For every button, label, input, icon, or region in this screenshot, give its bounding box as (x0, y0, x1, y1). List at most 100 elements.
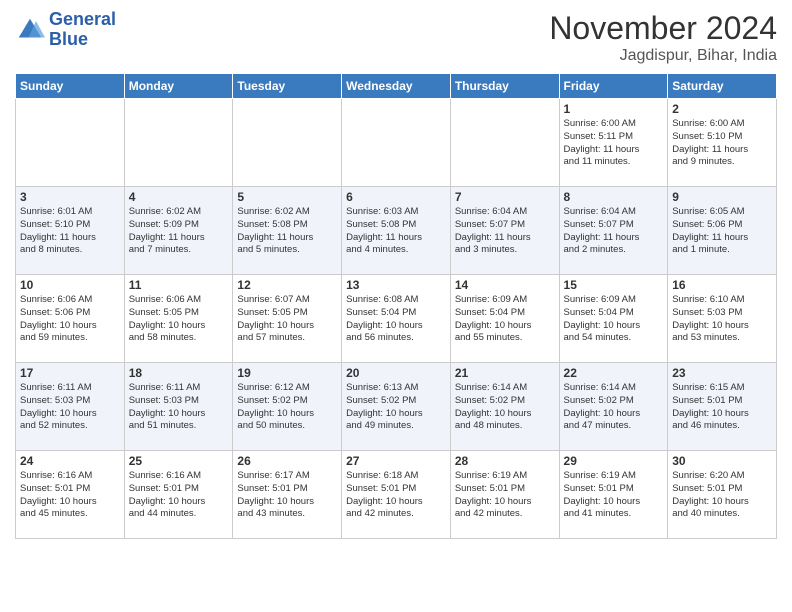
day-info: Sunrise: 6:06 AM Sunset: 5:05 PM Dayligh… (129, 294, 229, 345)
day-number: 30 (672, 454, 772, 468)
day-number: 18 (129, 366, 229, 380)
day-number: 28 (455, 454, 555, 468)
calendar-cell: 5Sunrise: 6:02 AM Sunset: 5:08 PM Daylig… (233, 187, 342, 275)
day-number: 23 (672, 366, 772, 380)
day-number: 3 (20, 190, 120, 204)
calendar-cell: 23 Sunrise: 6:15 AM Sunset: 5:01 PM Dayli… (668, 363, 777, 451)
day-info: Sunrise: 6:02 AM Sunset: 5:08 PM Dayligh… (237, 206, 337, 257)
calendar: SundayMondayTuesdayWednesdayThursdayFrid… (15, 73, 777, 539)
calendar-cell: 27 Sunrise: 6:18 AM Sunset: 5:01 PM Dayli… (342, 451, 451, 539)
day-number: 1 (564, 102, 664, 116)
logo-line2: Blue (49, 30, 116, 50)
location: Jagdispur, Bihar, India (549, 47, 777, 65)
day-number: 21 (455, 366, 555, 380)
day-info: Sunrise: 6:18 AM Sunset: 5:01 PM Dayligh… (346, 470, 446, 521)
calendar-cell: 25 Sunrise: 6:16 AM Sunset: 5:01 PM Dayli… (124, 451, 233, 539)
day-number: 7 (455, 190, 555, 204)
day-info: Sunrise: 6:04 AM Sunset: 5:07 PM Dayligh… (455, 206, 555, 257)
day-info: Sunrise: 6:00 AM Sunset: 5:11 PM Dayligh… (564, 118, 664, 169)
calendar-cell: 22 Sunrise: 6:14 AM Sunset: 5:02 PM Dayli… (559, 363, 668, 451)
day-number: 26 (237, 454, 337, 468)
day-info: Sunrise: 6:16 AM Sunset: 5:01 PM Dayligh… (129, 470, 229, 521)
calendar-cell: 9 Sunrise: 6:05 AM Sunset: 5:06 PM Daylig… (668, 187, 777, 275)
calendar-cell: 7 Sunrise: 6:04 AM Sunset: 5:07 PM Daylig… (450, 187, 559, 275)
day-info: Sunrise: 6:11 AM Sunset: 5:03 PM Dayligh… (20, 382, 120, 433)
calendar-cell (16, 99, 125, 187)
title-block: November 2024 Jagdispur, Bihar, India (549, 10, 777, 65)
day-number: 29 (564, 454, 664, 468)
day-info: Sunrise: 6:20 AM Sunset: 5:01 PM Dayligh… (672, 470, 772, 521)
calendar-body: 1 Sunrise: 6:00 AM Sunset: 5:11 PM Daylig… (16, 99, 777, 539)
day-info: Sunrise: 6:17 AM Sunset: 5:01 PM Dayligh… (237, 470, 337, 521)
calendar-cell (233, 99, 342, 187)
day-info: Sunrise: 6:09 AM Sunset: 5:04 PM Dayligh… (455, 294, 555, 345)
weekday-header: Wednesday (342, 74, 451, 99)
calendar-cell: 16 Sunrise: 6:10 AM Sunset: 5:03 PM Dayli… (668, 275, 777, 363)
calendar-week: 10 Sunrise: 6:06 AM Sunset: 5:06 PM Dayli… (16, 275, 777, 363)
day-number: 22 (564, 366, 664, 380)
day-info: Sunrise: 6:12 AM Sunset: 5:02 PM Dayligh… (237, 382, 337, 433)
calendar-cell: 15Sunrise: 6:09 AM Sunset: 5:04 PM Dayli… (559, 275, 668, 363)
calendar-week: 1 Sunrise: 6:00 AM Sunset: 5:11 PM Daylig… (16, 99, 777, 187)
month-title: November 2024 (549, 10, 777, 47)
calendar-cell: 2Sunrise: 6:00 AM Sunset: 5:10 PM Daylig… (668, 99, 777, 187)
day-info: Sunrise: 6:06 AM Sunset: 5:06 PM Dayligh… (20, 294, 120, 345)
calendar-cell: 30 Sunrise: 6:20 AM Sunset: 5:01 PM Dayli… (668, 451, 777, 539)
day-info: Sunrise: 6:11 AM Sunset: 5:03 PM Dayligh… (129, 382, 229, 433)
weekday-row: SundayMondayTuesdayWednesdayThursdayFrid… (16, 74, 777, 99)
day-number: 8 (564, 190, 664, 204)
day-number: 19 (237, 366, 337, 380)
day-number: 17 (20, 366, 120, 380)
calendar-cell: 3Sunrise: 6:01 AM Sunset: 5:10 PM Daylig… (16, 187, 125, 275)
day-number: 20 (346, 366, 446, 380)
calendar-cell: 6Sunrise: 6:03 AM Sunset: 5:08 PM Daylig… (342, 187, 451, 275)
header: General Blue November 2024 Jagdispur, Bi… (15, 10, 777, 65)
calendar-cell: 20 Sunrise: 6:13 AM Sunset: 5:02 PM Dayli… (342, 363, 451, 451)
calendar-cell (342, 99, 451, 187)
calendar-cell: 13 Sunrise: 6:08 AM Sunset: 5:04 PM Dayli… (342, 275, 451, 363)
day-info: Sunrise: 6:10 AM Sunset: 5:03 PM Dayligh… (672, 294, 772, 345)
day-info: Sunrise: 6:13 AM Sunset: 5:02 PM Dayligh… (346, 382, 446, 433)
day-info: Sunrise: 6:09 AM Sunset: 5:04 PM Dayligh… (564, 294, 664, 345)
day-info: Sunrise: 6:15 AM Sunset: 5:01 PM Dayligh… (672, 382, 772, 433)
day-number: 16 (672, 278, 772, 292)
calendar-cell (450, 99, 559, 187)
calendar-cell: 12Sunrise: 6:07 AM Sunset: 5:05 PM Dayli… (233, 275, 342, 363)
day-number: 2 (672, 102, 772, 116)
day-info: Sunrise: 6:19 AM Sunset: 5:01 PM Dayligh… (564, 470, 664, 521)
day-info: Sunrise: 6:08 AM Sunset: 5:04 PM Dayligh… (346, 294, 446, 345)
day-number: 4 (129, 190, 229, 204)
day-info: Sunrise: 6:14 AM Sunset: 5:02 PM Dayligh… (564, 382, 664, 433)
weekday-header: Tuesday (233, 74, 342, 99)
calendar-cell: 19 Sunrise: 6:12 AM Sunset: 5:02 PM Dayli… (233, 363, 342, 451)
calendar-week: 24Sunrise: 6:16 AM Sunset: 5:01 PM Dayli… (16, 451, 777, 539)
logo-text: General Blue (49, 10, 116, 50)
weekday-header: Thursday (450, 74, 559, 99)
calendar-cell: 24Sunrise: 6:16 AM Sunset: 5:01 PM Dayli… (16, 451, 125, 539)
day-info: Sunrise: 6:14 AM Sunset: 5:02 PM Dayligh… (455, 382, 555, 433)
weekday-header: Sunday (16, 74, 125, 99)
calendar-cell: 26 Sunrise: 6:17 AM Sunset: 5:01 PM Dayli… (233, 451, 342, 539)
calendar-cell: 28 Sunrise: 6:19 AM Sunset: 5:01 PM Dayli… (450, 451, 559, 539)
logo: General Blue (15, 10, 116, 50)
day-number: 9 (672, 190, 772, 204)
day-number: 27 (346, 454, 446, 468)
weekday-header: Saturday (668, 74, 777, 99)
day-info: Sunrise: 6:02 AM Sunset: 5:09 PM Dayligh… (129, 206, 229, 257)
day-number: 13 (346, 278, 446, 292)
day-info: Sunrise: 6:19 AM Sunset: 5:01 PM Dayligh… (455, 470, 555, 521)
logo-icon (15, 15, 45, 45)
calendar-week: 3Sunrise: 6:01 AM Sunset: 5:10 PM Daylig… (16, 187, 777, 275)
day-info: Sunrise: 6:16 AM Sunset: 5:01 PM Dayligh… (20, 470, 120, 521)
calendar-cell: 17 Sunrise: 6:11 AM Sunset: 5:03 PM Dayli… (16, 363, 125, 451)
day-number: 6 (346, 190, 446, 204)
day-number: 10 (20, 278, 120, 292)
calendar-cell: 14Sunrise: 6:09 AM Sunset: 5:04 PM Dayli… (450, 275, 559, 363)
calendar-cell: 29 Sunrise: 6:19 AM Sunset: 5:01 PM Dayli… (559, 451, 668, 539)
calendar-cell: 1 Sunrise: 6:00 AM Sunset: 5:11 PM Daylig… (559, 99, 668, 187)
day-number: 25 (129, 454, 229, 468)
day-info: Sunrise: 6:05 AM Sunset: 5:06 PM Dayligh… (672, 206, 772, 257)
calendar-cell: 21 Sunrise: 6:14 AM Sunset: 5:02 PM Dayli… (450, 363, 559, 451)
calendar-cell: 18 Sunrise: 6:11 AM Sunset: 5:03 PM Dayli… (124, 363, 233, 451)
calendar-cell: 8Sunrise: 6:04 AM Sunset: 5:07 PM Daylig… (559, 187, 668, 275)
